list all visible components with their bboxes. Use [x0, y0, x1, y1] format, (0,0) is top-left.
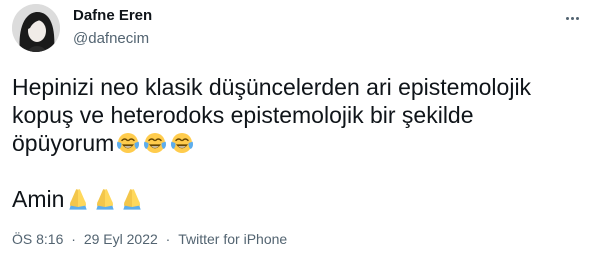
tweet-source[interactable]: Twitter for iPhone: [178, 231, 287, 247]
display-name[interactable]: Dafne Eren: [73, 7, 152, 24]
tweet-line: Hepinizi neo klasik düşüncelerden ari ep…: [12, 73, 592, 101]
face-with-tears-of-joy-icon: [117, 133, 140, 153]
tweet-line: Amin: [12, 185, 592, 213]
face-with-tears-of-joy-icon: [144, 133, 167, 153]
folded-hands-icon: [69, 189, 88, 210]
tweet-date[interactable]: 29 Eyl 2022: [84, 231, 158, 247]
user-handle[interactable]: @dafnecim: [73, 30, 149, 47]
tweet-line-text: Amin: [12, 186, 65, 212]
tweet-metadata: ÖS 8:16 · 29 Eyl 2022 · Twitter for iPho…: [12, 231, 287, 247]
tweet-card: Dafne Eren @dafnecim Hepinizi neo klasik…: [0, 0, 605, 260]
tweet-line-text: Hepinizi neo klasik düşüncelerden ari ep…: [12, 74, 532, 100]
avatar[interactable]: [12, 4, 60, 52]
separator: ·: [165, 231, 171, 247]
tweet-line: kopuş ve heterodoks epistemolojik bir şe…: [12, 101, 592, 129]
tweet-line: öpüyorum: [12, 129, 592, 157]
folded-hands-icon: [96, 189, 115, 210]
more-options-icon[interactable]: [561, 10, 583, 26]
face-with-tears-of-joy-icon: [171, 133, 194, 153]
separator: ·: [71, 231, 76, 247]
tweet-text: Hepinizi neo klasik düşüncelerden ari ep…: [12, 73, 592, 213]
tweet-line-text: öpüyorum: [12, 130, 115, 156]
folded-hands-icon: [123, 189, 142, 210]
tweet-time[interactable]: ÖS 8:16: [12, 231, 63, 247]
tweet-line-text: kopuş ve heterodoks epistemolojik bir şe…: [12, 102, 474, 128]
